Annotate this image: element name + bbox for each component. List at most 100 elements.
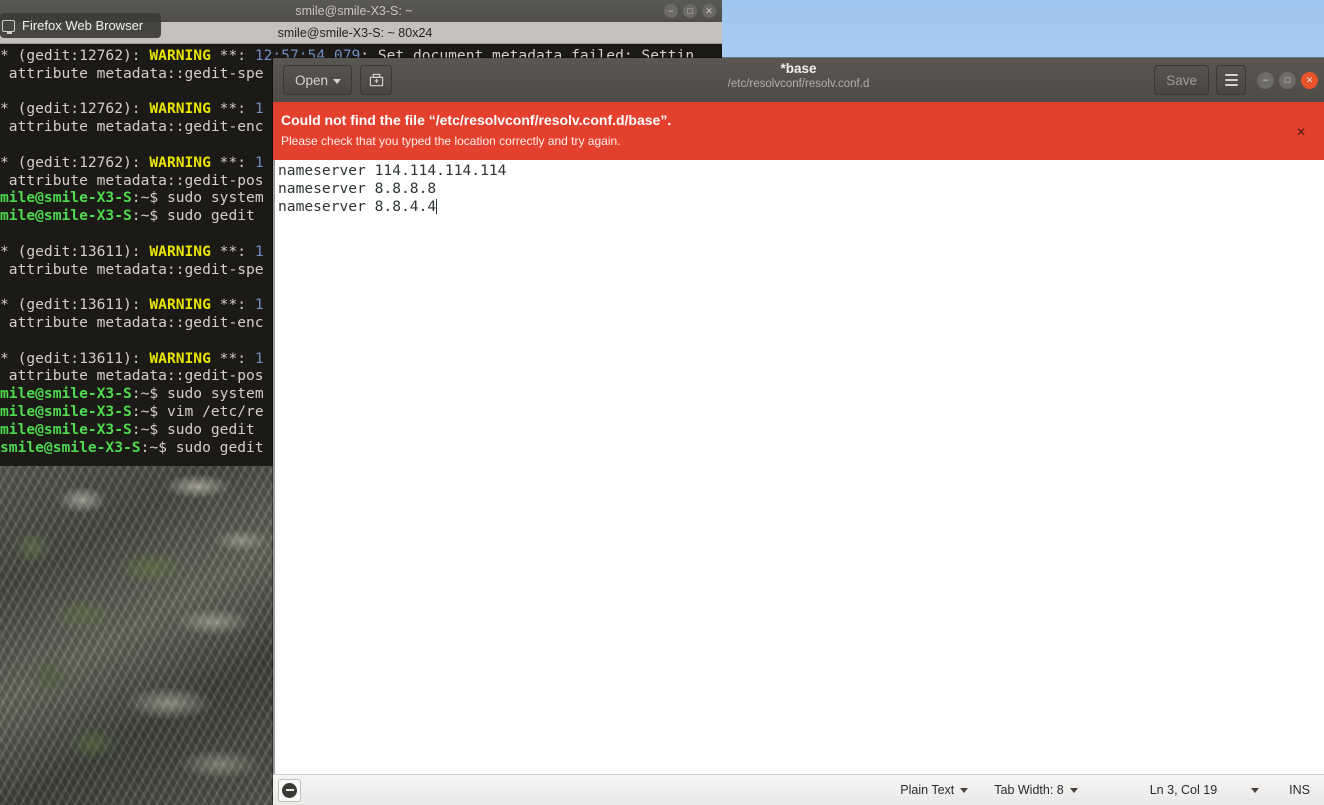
language-label: Plain Text [900, 783, 955, 797]
terminal-warning-tag: WARNING [149, 296, 211, 314]
terminal-line-text: attribute metadata::gedit-spe [0, 260, 264, 278]
terminal-timestamp: 1 [254, 153, 264, 171]
editor-line[interactable]: nameserver 8.8.4.4 [278, 198, 1324, 216]
gedit-editor-area[interactable]: nameserver 114.114.114.114 nameserver 8.8… [273, 160, 1324, 786]
terminal-prompt-user: mile@smile-X3-S [0, 189, 132, 207]
terminal-line-text [0, 332, 9, 349]
error-infobar: Could not find the file “/etc/resolvconf… [273, 102, 1324, 160]
terminal-command: sudo gedit [166, 420, 255, 438]
save-as-icon [369, 73, 383, 86]
terminal-line-prefix: * (gedit:12762): [0, 153, 150, 171]
gedit-window-controls: − □ ✕ [1257, 71, 1318, 89]
terminal-prompt-user: mile@smile-X3-S [0, 420, 132, 438]
terminal-prompt-user: mile@smile-X3-S [0, 402, 132, 420]
editor-line-text: nameserver 114.114.114.114 [278, 162, 507, 179]
gedit-maximize-button[interactable]: □ [1279, 71, 1296, 89]
position-dropdown[interactable] [1251, 787, 1260, 793]
text-caret [436, 199, 438, 214]
terminal-close-button[interactable]: ✕ [702, 4, 716, 18]
terminal-prompt-path: :~$ [131, 385, 167, 403]
terminal-timestamp: 1 [254, 100, 264, 118]
terminal-window-controls: − □ ✕ [664, 4, 716, 18]
chevron-down-icon [960, 787, 969, 793]
terminal-prompt-user: mile@smile-X3-S [0, 207, 132, 225]
terminal-warning-tag: WARNING [149, 153, 211, 171]
tab-width-selector[interactable]: Tab Width: 8 [994, 783, 1078, 797]
firefox-launcher-icon[interactable] [2, 20, 15, 34]
gedit-minimize-button[interactable]: − [1257, 71, 1274, 89]
terminal-line-mid: **: [210, 47, 255, 64]
terminal-line-prefix: * (gedit:12762): [0, 100, 150, 118]
chevron-down-icon [1251, 787, 1260, 793]
terminal-line-text: attribute metadata::gedit-pos [0, 171, 264, 189]
terminal-command: sudo system [166, 385, 264, 403]
terminal-timestamp: 1 [254, 349, 264, 367]
terminal-command: sudo gedit [166, 207, 264, 225]
menu-bar-3 [1224, 84, 1238, 86]
tab-width-label: Tab Width: 8 [994, 783, 1064, 797]
terminal-command: vim /etc/re [166, 402, 264, 420]
editor-line-text: nameserver 8.8.4.4 [278, 198, 437, 215]
gedit-close-button[interactable]: ✕ [1301, 71, 1318, 89]
error-infobar-close-icon[interactable]: ✕ [1296, 126, 1306, 138]
insert-mode-label: INS [1289, 783, 1310, 797]
terminal-minimize-button[interactable]: − [664, 4, 678, 18]
editor-line[interactable]: nameserver 114.114.114.114 [278, 162, 1324, 180]
terminal-line-text [0, 136, 9, 153]
terminal-warning-tag: WARNING [149, 242, 211, 260]
save-as-button[interactable] [360, 65, 393, 95]
firefox-tooltip: Firefox Web Browser [0, 13, 161, 38]
terminal-line-mid: **: [210, 296, 255, 314]
terminal-line-mid: **: [210, 349, 255, 367]
error-infobar-message: Please check that you typed the location… [281, 134, 621, 148]
terminal-command: sudo gedit [175, 438, 264, 456]
gedit-statusbar: Plain Text Tab Width: 8 Ln 3, Col 19 INS [273, 774, 1324, 805]
terminal-warning-tag: WARNING [149, 349, 211, 367]
gedit-window[interactable]: Open *base /etc/resolvconf/resolv.conf.d… [273, 58, 1324, 805]
insert-mode-indicator[interactable]: INS [1289, 783, 1310, 797]
terminal-line-prefix: * (gedit:13611): [0, 296, 150, 314]
hamburger-menu-button[interactable] [1216, 65, 1246, 95]
terminal-line-text [0, 278, 9, 295]
desktop-screen: smile@smile-X3-S: ~ − □ ✕ smile@smile-X3… [0, 0, 1324, 805]
terminal-line-text [0, 225, 9, 242]
terminal-timestamp: 1 [254, 242, 264, 260]
menu-bar-1 [1224, 74, 1238, 76]
chevron-down-icon [333, 78, 342, 84]
gedit-headerbar[interactable]: Open *base /etc/resolvconf/resolv.conf.d… [273, 58, 1324, 102]
cursor-position: Ln 3, Col 19 [1150, 783, 1217, 797]
menu-bar-2 [1224, 79, 1238, 81]
terminal-timestamp: 1 [254, 296, 264, 314]
language-selector[interactable]: Plain Text [900, 783, 969, 797]
terminal-line-text [0, 83, 9, 100]
minus-circle-icon [282, 782, 297, 798]
terminal-line-text: attribute metadata::gedit-spe [0, 64, 264, 82]
cursor-position-label: Ln 3, Col 19 [1149, 783, 1218, 797]
statusbar-toggle-button[interactable] [278, 778, 301, 802]
editor-line-text: nameserver 8.8.8.8 [278, 180, 437, 197]
terminal-tab-label[interactable]: smile@smile-X3-S: ~ 80x24 [278, 26, 433, 40]
terminal-prompt-path: :~$ [131, 189, 167, 207]
gedit-document-text[interactable]: nameserver 114.114.114.114 nameserver 8.8… [275, 160, 1324, 216]
terminal-warning-tag: WARNING [149, 100, 211, 118]
editor-line[interactable]: nameserver 8.8.8.8 [278, 180, 1324, 198]
terminal-prompt-path: :~$ [140, 438, 176, 456]
terminal-prompt-user: mile@smile-X3-S [0, 385, 132, 403]
wallpaper-rock-texture [0, 466, 274, 805]
terminal-prompt-path: :~$ [131, 420, 167, 438]
terminal-line-text: attribute metadata::gedit-pos [0, 367, 264, 385]
terminal-line-text: attribute metadata::gedit-enc [0, 118, 264, 136]
terminal-prompt-user: smile@smile-X3-S [0, 438, 141, 456]
terminal-line-mid: **: [210, 242, 255, 260]
terminal-command: sudo system [166, 189, 264, 207]
terminal-maximize-button[interactable]: □ [683, 4, 697, 18]
gedit-header-right: Save − □ ✕ [1154, 65, 1318, 95]
save-button[interactable]: Save [1154, 65, 1209, 95]
terminal-warning-tag: WARNING [149, 47, 211, 64]
terminal-line-prefix: * (gedit:13611): [0, 349, 150, 367]
terminal-line-mid: **: [210, 100, 255, 118]
terminal-line-prefix: * (gedit:13611): [0, 242, 150, 260]
statusbar-right-group: Plain Text Tab Width: 8 Ln 3, Col 19 INS [900, 783, 1324, 797]
open-button[interactable]: Open [283, 65, 353, 95]
terminal-line-prefix: * (gedit:12762): [0, 47, 150, 64]
